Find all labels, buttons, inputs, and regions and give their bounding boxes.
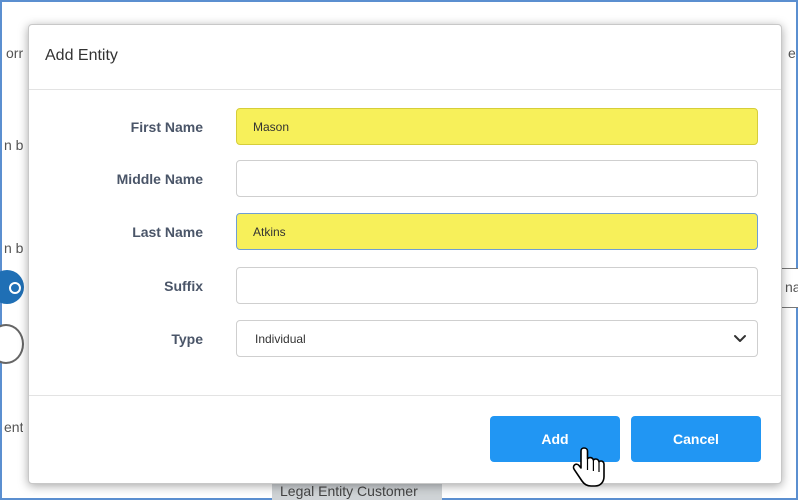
- suffix-row: Suffix: [29, 267, 781, 307]
- bg-text-fragment: n b: [4, 240, 24, 256]
- hand-pointer-icon: [572, 447, 605, 487]
- type-row: Type Individual: [29, 320, 781, 360]
- type-label: Type: [171, 331, 203, 347]
- suffix-input[interactable]: [236, 267, 758, 304]
- middle-name-label: Middle Name: [116, 171, 203, 187]
- bg-text-fragment: n b: [4, 137, 24, 153]
- last-name-input[interactable]: [236, 213, 758, 250]
- first-name-label: First Name: [130, 119, 203, 135]
- add-entity-dialog: Add Entity First Name Middle Name Last N…: [28, 24, 782, 484]
- type-select-value[interactable]: Individual: [236, 320, 758, 357]
- suffix-label: Suffix: [164, 278, 203, 294]
- bg-radio-selected[interactable]: [0, 270, 24, 304]
- bg-radio-unselected[interactable]: [0, 324, 24, 364]
- first-name-input[interactable]: [236, 108, 758, 145]
- dialog-header: Add Entity: [29, 25, 781, 90]
- cancel-button[interactable]: Cancel: [631, 416, 761, 462]
- bg-text-fragment: na: [785, 279, 798, 295]
- dialog-footer: Add Cancel: [29, 395, 781, 485]
- last-name-row: Last Name: [29, 213, 781, 253]
- dialog-title: Add Entity: [45, 47, 118, 64]
- type-select[interactable]: Individual: [236, 320, 758, 357]
- bg-text-fragment: ent: [4, 419, 24, 435]
- first-name-row: First Name: [29, 108, 781, 148]
- chevron-down-icon[interactable]: [732, 330, 748, 346]
- bg-text-fragment: e: [788, 45, 796, 61]
- middle-name-input[interactable]: [236, 160, 758, 197]
- last-name-label: Last Name: [132, 224, 203, 240]
- middle-name-row: Middle Name: [29, 160, 781, 200]
- bg-text-fragment: orr: [6, 45, 24, 61]
